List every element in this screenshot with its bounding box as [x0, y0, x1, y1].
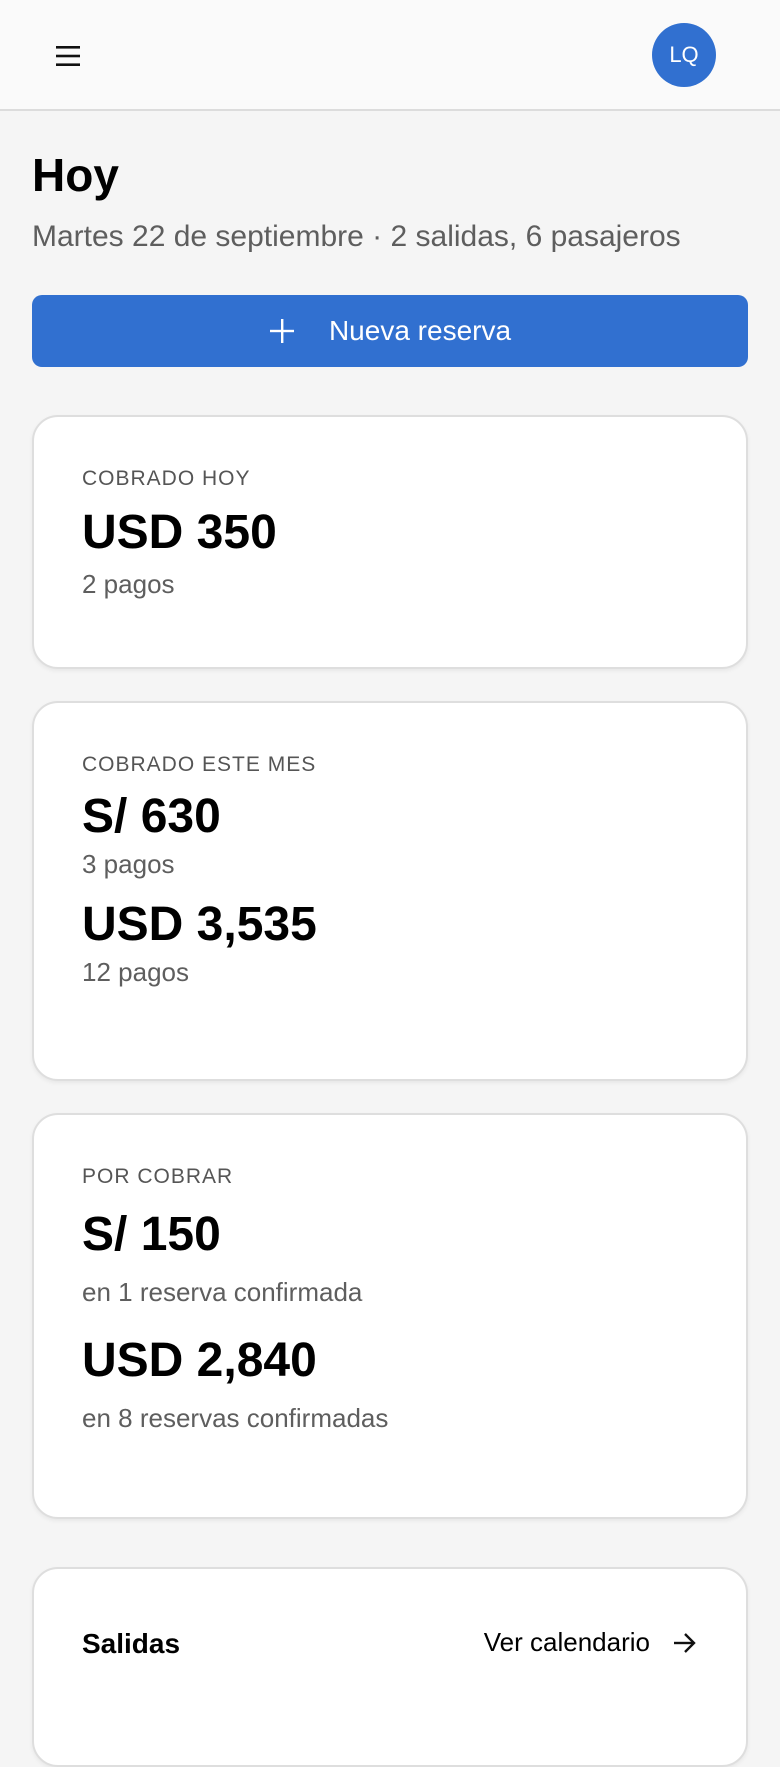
new-booking-label: Nueva reserva: [328, 315, 512, 346]
page-subtitle: Martes 22 de septiembre · 2 salidas, 6 p…: [32, 220, 681, 253]
departures-card: Salidas Ver calendario: [32, 1567, 748, 1767]
payment-count-pen: 3 pagos: [82, 849, 175, 879]
pending-collection-card: POR COBRAR S/ 150 en 1 reserva confirmad…: [32, 1113, 748, 1519]
view-calendar-label: Ver calendario: [483, 1627, 650, 1657]
top-bar: LQ: [0, 0, 780, 111]
pending-amount-usd: USD 2,840: [82, 1334, 317, 1387]
view-calendar-link[interactable]: Ver calendario: [484, 1627, 698, 1658]
pending-detail-pen: en 1 reserva confirmada: [82, 1277, 363, 1307]
collected-month-card: COBRADO ESTE MES S/ 630 3 pagos USD 3,53…: [32, 701, 748, 1081]
card-label: POR COBRAR: [82, 1165, 234, 1188]
amount-usd: USD 3,535: [82, 898, 317, 951]
new-booking-button[interactable]: Nueva reserva: [32, 295, 748, 367]
pending-amount-pen: S/ 150: [82, 1208, 221, 1261]
card-label: COBRADO ESTE MES: [82, 753, 317, 776]
user-avatar[interactable]: LQ: [652, 23, 716, 87]
section-title: Salidas: [82, 1628, 181, 1659]
dashboard: Hoy Martes 22 de septiembre · 2 salidas,…: [32, 111, 748, 1767]
collected-today-card: COBRADO HOY USD 350 2 pagos: [32, 415, 748, 669]
arrow-right-icon: [672, 1630, 698, 1656]
amount: USD 350: [82, 506, 277, 559]
payment-count-usd: 12 pagos: [82, 957, 189, 987]
menu-button[interactable]: [48, 36, 88, 76]
page-title: Hoy: [32, 149, 119, 201]
card-label: COBRADO HOY: [82, 467, 251, 490]
pending-detail-usd: en 8 reservas confirmadas: [82, 1403, 389, 1433]
payment-count: 2 pagos: [82, 569, 175, 599]
amount-pen: S/ 630: [82, 790, 221, 843]
hamburger-menu-icon: [48, 36, 88, 76]
plus-icon: [269, 318, 295, 344]
